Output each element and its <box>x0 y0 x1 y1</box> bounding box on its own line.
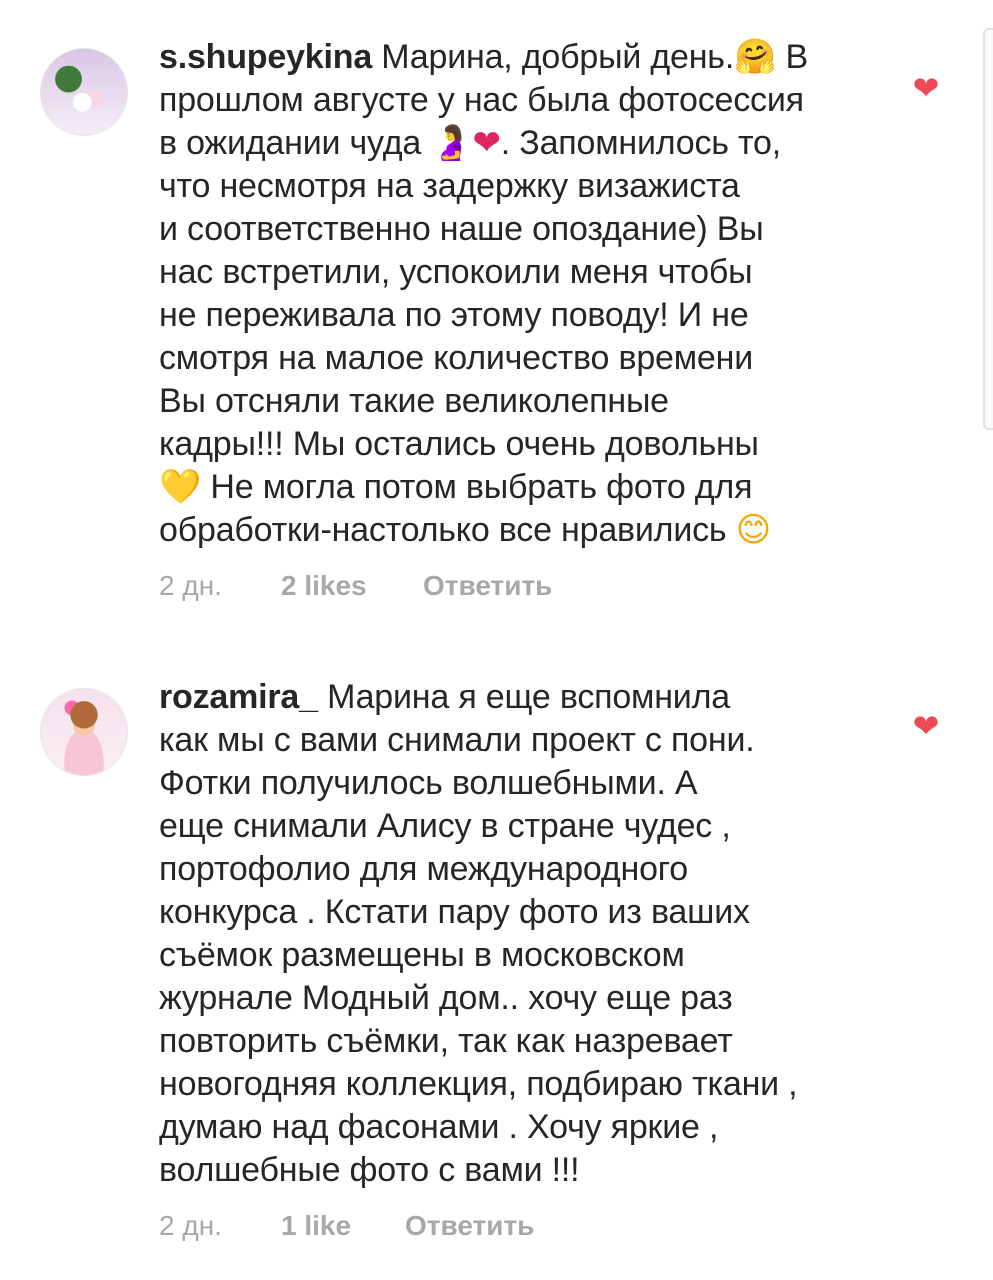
comment-line: нас встретили, успокоили меня чтобы <box>159 253 753 291</box>
reply-button[interactable]: Ответить <box>405 1210 534 1242</box>
comment-body: s.shupeykina Марина, добрый день.🤗 В про… <box>159 36 879 602</box>
comment-line: новогодняя коллекция, подбираю ткани , <box>159 1065 798 1103</box>
comment-line: что несмотря на задержку визажиста <box>159 167 740 205</box>
comment-line: Марина я еще вспомнила <box>317 678 730 716</box>
hug-emoji-icon: 🤗 <box>734 37 777 77</box>
comment-meta: 2 дн. 2 likes Ответить <box>159 570 879 602</box>
avatar[interactable] <box>40 688 128 776</box>
comment-line: волшебные фото с вами !!! <box>159 1151 580 1189</box>
avatar[interactable] <box>40 48 128 136</box>
pregnant-emoji-icon: 🤰 <box>430 123 473 163</box>
comment-text: s.shupeykina Марина, добрый день.🤗 В про… <box>159 36 879 552</box>
comment-line: журнале Модный дом.. хочу еще раз <box>159 979 733 1017</box>
comment-line: как мы с вами снимали проект с пони. <box>159 721 755 759</box>
comment-line: еще снимали Алису в стране чудес , <box>159 807 731 845</box>
comment-line: прошлом августе у нас была фотосессия <box>159 81 804 119</box>
reply-button[interactable]: Ответить <box>423 570 552 602</box>
comment-line: портофолио для международного <box>159 850 688 888</box>
likes-count[interactable]: 2 likes <box>281 570 423 602</box>
smile-emoji-icon: 😊 <box>735 510 771 550</box>
comment-line: Вы отсняли такие великолепные <box>159 382 669 420</box>
comment-line: конкурса . Кстати пару фото из ваших <box>159 893 750 931</box>
comment-line: обработки-настолько все нравились <box>159 511 727 549</box>
comment-line: смотря на малое количество времени <box>159 339 754 377</box>
comment-meta: 2 дн. 1 like Ответить <box>159 1210 879 1242</box>
comment-line: повторить съёмки, так как назревает <box>159 1022 733 1060</box>
comment-line: . Запомнилось то, <box>500 124 781 162</box>
comment-line: в ожидании чуда <box>159 124 422 162</box>
comment-line: В <box>776 38 808 76</box>
comment-line: кадры!!! Мы остались очень довольны <box>159 425 759 463</box>
scrollbar[interactable] <box>983 28 993 430</box>
timestamp: 2 дн. <box>159 1210 222 1241</box>
comment-line: Не могла потом выбрать фото для <box>210 468 753 506</box>
yellow-heart-emoji-icon: 💛 <box>159 467 202 507</box>
comment-line: Марина, добрый день. <box>381 38 735 76</box>
comment-line: и соответственно наше опоздание) Вы <box>159 210 764 248</box>
timestamp: 2 дн. <box>159 570 222 601</box>
comment-body: rozamira_ Марина я еще вспомнила как мы … <box>159 676 879 1242</box>
comment-line: Фотки получилось волшебными. А <box>159 764 698 802</box>
comment-line: думаю над фасонами . Хочу яркие , <box>159 1108 719 1146</box>
comment-text: rozamira_ Марина я еще вспомнила как мы … <box>159 676 879 1192</box>
username-link[interactable]: rozamira_ <box>159 678 318 716</box>
likes-count[interactable]: 1 like <box>281 1210 405 1242</box>
comment-line: съёмок размещены в московском <box>159 936 685 974</box>
comment-line: не переживала по этому поводу! И не <box>159 296 749 334</box>
heart-icon[interactable]: ❤ <box>910 72 942 104</box>
red-heart-emoji-icon: ❤ <box>472 123 501 163</box>
heart-icon[interactable]: ❤ <box>910 710 942 742</box>
username-link[interactable]: s.shupeykina <box>159 38 372 76</box>
